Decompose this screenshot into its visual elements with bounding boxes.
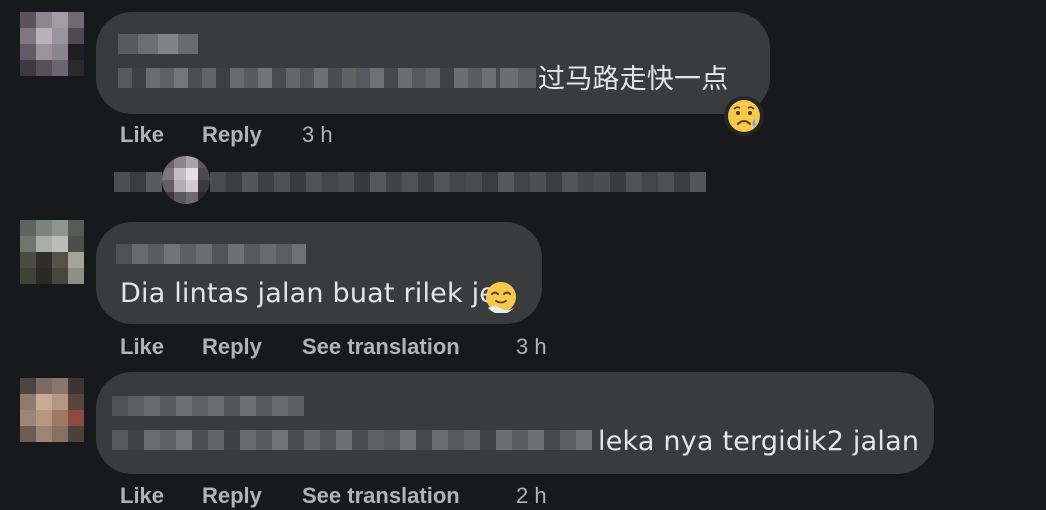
commenter-name-redacted[interactable] xyxy=(118,34,198,54)
commenter-name-redacted[interactable] xyxy=(112,396,304,416)
reaction-badge[interactable] xyxy=(724,96,764,136)
comment-text: leka nya tergidik2 jalan xyxy=(598,426,920,457)
timestamp[interactable]: 2 h xyxy=(516,483,547,509)
see-translation-button[interactable]: See translation xyxy=(302,483,460,509)
like-button[interactable]: Like xyxy=(120,483,164,509)
comment-actions: Like Reply See translation 3 h xyxy=(120,334,560,360)
timestamp[interactable]: 3 h xyxy=(302,122,333,148)
redacted-text xyxy=(112,430,592,450)
face-exhaling-icon xyxy=(486,282,516,313)
view-replies-redacted[interactable] xyxy=(210,172,706,192)
comment-text: 过马路走快一点 xyxy=(538,64,729,95)
comment-actions: Like Reply 3 h xyxy=(120,122,380,148)
commenter-avatar[interactable] xyxy=(20,220,84,284)
comment-actions: Like Reply See translation 2 h xyxy=(120,483,560,509)
redacted-text xyxy=(118,68,536,88)
sad-relieved-face-icon xyxy=(728,100,760,132)
comment-bubble xyxy=(96,372,934,474)
like-button[interactable]: Like xyxy=(120,122,164,148)
view-replies-redacted[interactable] xyxy=(114,172,162,192)
commenter-avatar[interactable] xyxy=(20,378,84,442)
reply-button[interactable]: Reply xyxy=(202,122,262,148)
commenter-avatar[interactable] xyxy=(20,12,84,76)
commenter-name-redacted[interactable] xyxy=(116,244,306,264)
reply-button[interactable]: Reply xyxy=(202,334,262,360)
comment-bubble xyxy=(96,12,770,114)
reply-avatar[interactable] xyxy=(162,156,210,204)
timestamp[interactable]: 3 h xyxy=(516,334,547,360)
see-translation-button[interactable]: See translation xyxy=(302,334,460,360)
comment-text: Dia lintas jalan buat rilek je xyxy=(120,278,497,309)
redacted-text xyxy=(500,68,536,88)
like-button[interactable]: Like xyxy=(120,334,164,360)
reply-button[interactable]: Reply xyxy=(202,483,262,509)
